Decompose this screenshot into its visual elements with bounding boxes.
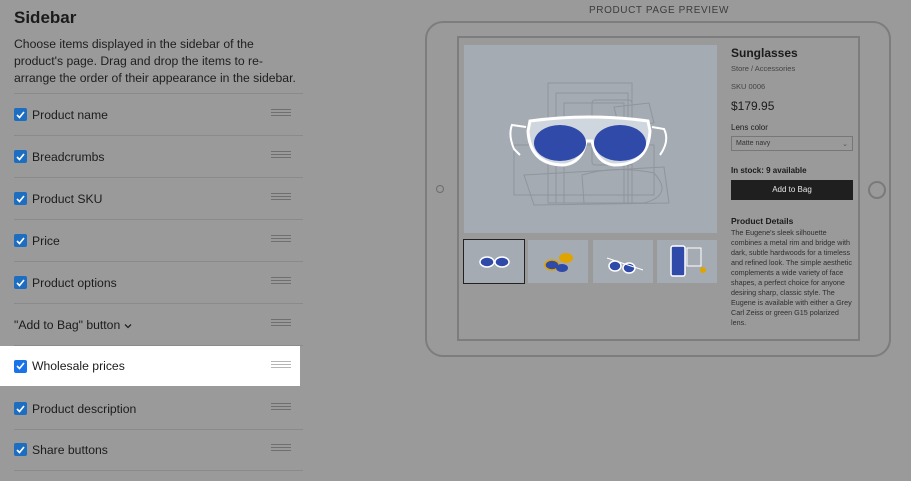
- drag-handle-icon[interactable]: [271, 361, 291, 369]
- details-text: The Eugene's sleek silhouette combines a…: [731, 228, 852, 326]
- drag-handle-icon[interactable]: [271, 151, 291, 159]
- chevron-down-icon[interactable]: [124, 316, 132, 334]
- drag-handle-icon[interactable]: [271, 403, 291, 411]
- drag-handle-icon[interactable]: [271, 319, 291, 327]
- panel-title: Sidebar: [14, 8, 77, 27]
- sidebar-item-breadcrumbs[interactable]: Breadcrumbs: [14, 136, 303, 178]
- tablet-camera-icon: [436, 185, 444, 193]
- drag-handle-icon[interactable]: [271, 235, 291, 243]
- checkbox-checked-icon[interactable]: [14, 108, 27, 121]
- preview-label: PRODUCT PAGE PREVIEW: [589, 5, 729, 16]
- details-title: Product Details: [731, 216, 794, 226]
- sidebar-item-price[interactable]: Price: [14, 220, 303, 262]
- sidebar-item-label: Product name: [32, 107, 108, 122]
- sidebar-item-wholesale-prices[interactable]: Wholesale prices: [0, 346, 300, 386]
- sidebar-item-share-buttons[interactable]: Share buttons: [14, 429, 303, 471]
- drag-handle-icon[interactable]: [271, 277, 291, 285]
- tablet-home-button-icon: [868, 181, 886, 199]
- lens-color-select[interactable]: Matte navy ⌄: [731, 136, 853, 151]
- sidebar-item-product-name[interactable]: Product name: [14, 94, 303, 136]
- checkbox-checked-icon[interactable]: [14, 150, 27, 163]
- sidebar-item-label: Wholesale prices: [32, 359, 125, 373]
- checkbox-checked-icon[interactable]: [14, 402, 27, 415]
- sidebar-item-label: Product SKU: [32, 191, 103, 206]
- sidebar-item-label: "Add to Bag" button: [14, 317, 121, 332]
- panel-description: Choose items displayed in the sidebar of…: [14, 37, 296, 85]
- add-to-bag-button[interactable]: Add to Bag: [731, 180, 853, 200]
- sidebar-item-label: Share buttons: [32, 442, 108, 457]
- checkbox-checked-icon[interactable]: [14, 443, 27, 456]
- product-thumbnail-3[interactable]: [593, 240, 653, 283]
- product-price: $179.95: [731, 99, 775, 113]
- product-name: Sunglasses: [731, 46, 798, 60]
- sidebar-item-add-to-bag-button[interactable]: "Add to Bag" button: [14, 304, 303, 346]
- sidebar-item-label: Product options: [32, 275, 117, 290]
- checkbox-checked-icon[interactable]: [14, 192, 27, 205]
- drag-handle-icon[interactable]: [271, 444, 291, 452]
- product-thumbnail-1[interactable]: [463, 239, 525, 284]
- sidebar-item-label: Breadcrumbs: [32, 149, 105, 164]
- sidebar-item-label: Product description: [32, 401, 137, 416]
- sidebar-item-label: Price: [32, 233, 60, 248]
- product-main-image: [464, 45, 717, 233]
- drag-handle-icon[interactable]: [271, 109, 291, 117]
- sidebar-item-product-sku[interactable]: Product SKU: [14, 178, 303, 220]
- sidebar-item-product-options[interactable]: Product options: [14, 262, 303, 304]
- product-thumbnail-4[interactable]: [657, 240, 717, 283]
- product-sku: SKU 0006: [731, 82, 766, 91]
- select-value: Matte navy: [736, 140, 771, 147]
- stock-status: In stock: 9 available: [731, 166, 807, 175]
- checkbox-checked-icon[interactable]: [14, 276, 27, 289]
- option-label: Lens color: [731, 123, 768, 132]
- drag-handle-icon[interactable]: [271, 193, 291, 201]
- sidebar-item-product-description[interactable]: Product description: [14, 388, 303, 430]
- chevron-down-icon: ⌄: [842, 141, 848, 148]
- sidebar-settings-panel: Sidebar Choose items displayed in the si…: [0, 0, 320, 481]
- checkbox-checked-icon[interactable]: [14, 359, 27, 373]
- product-thumbnail-2[interactable]: [528, 240, 588, 283]
- checkbox-checked-icon[interactable]: [14, 234, 27, 247]
- breadcrumb[interactable]: Store / Accessories: [731, 64, 795, 73]
